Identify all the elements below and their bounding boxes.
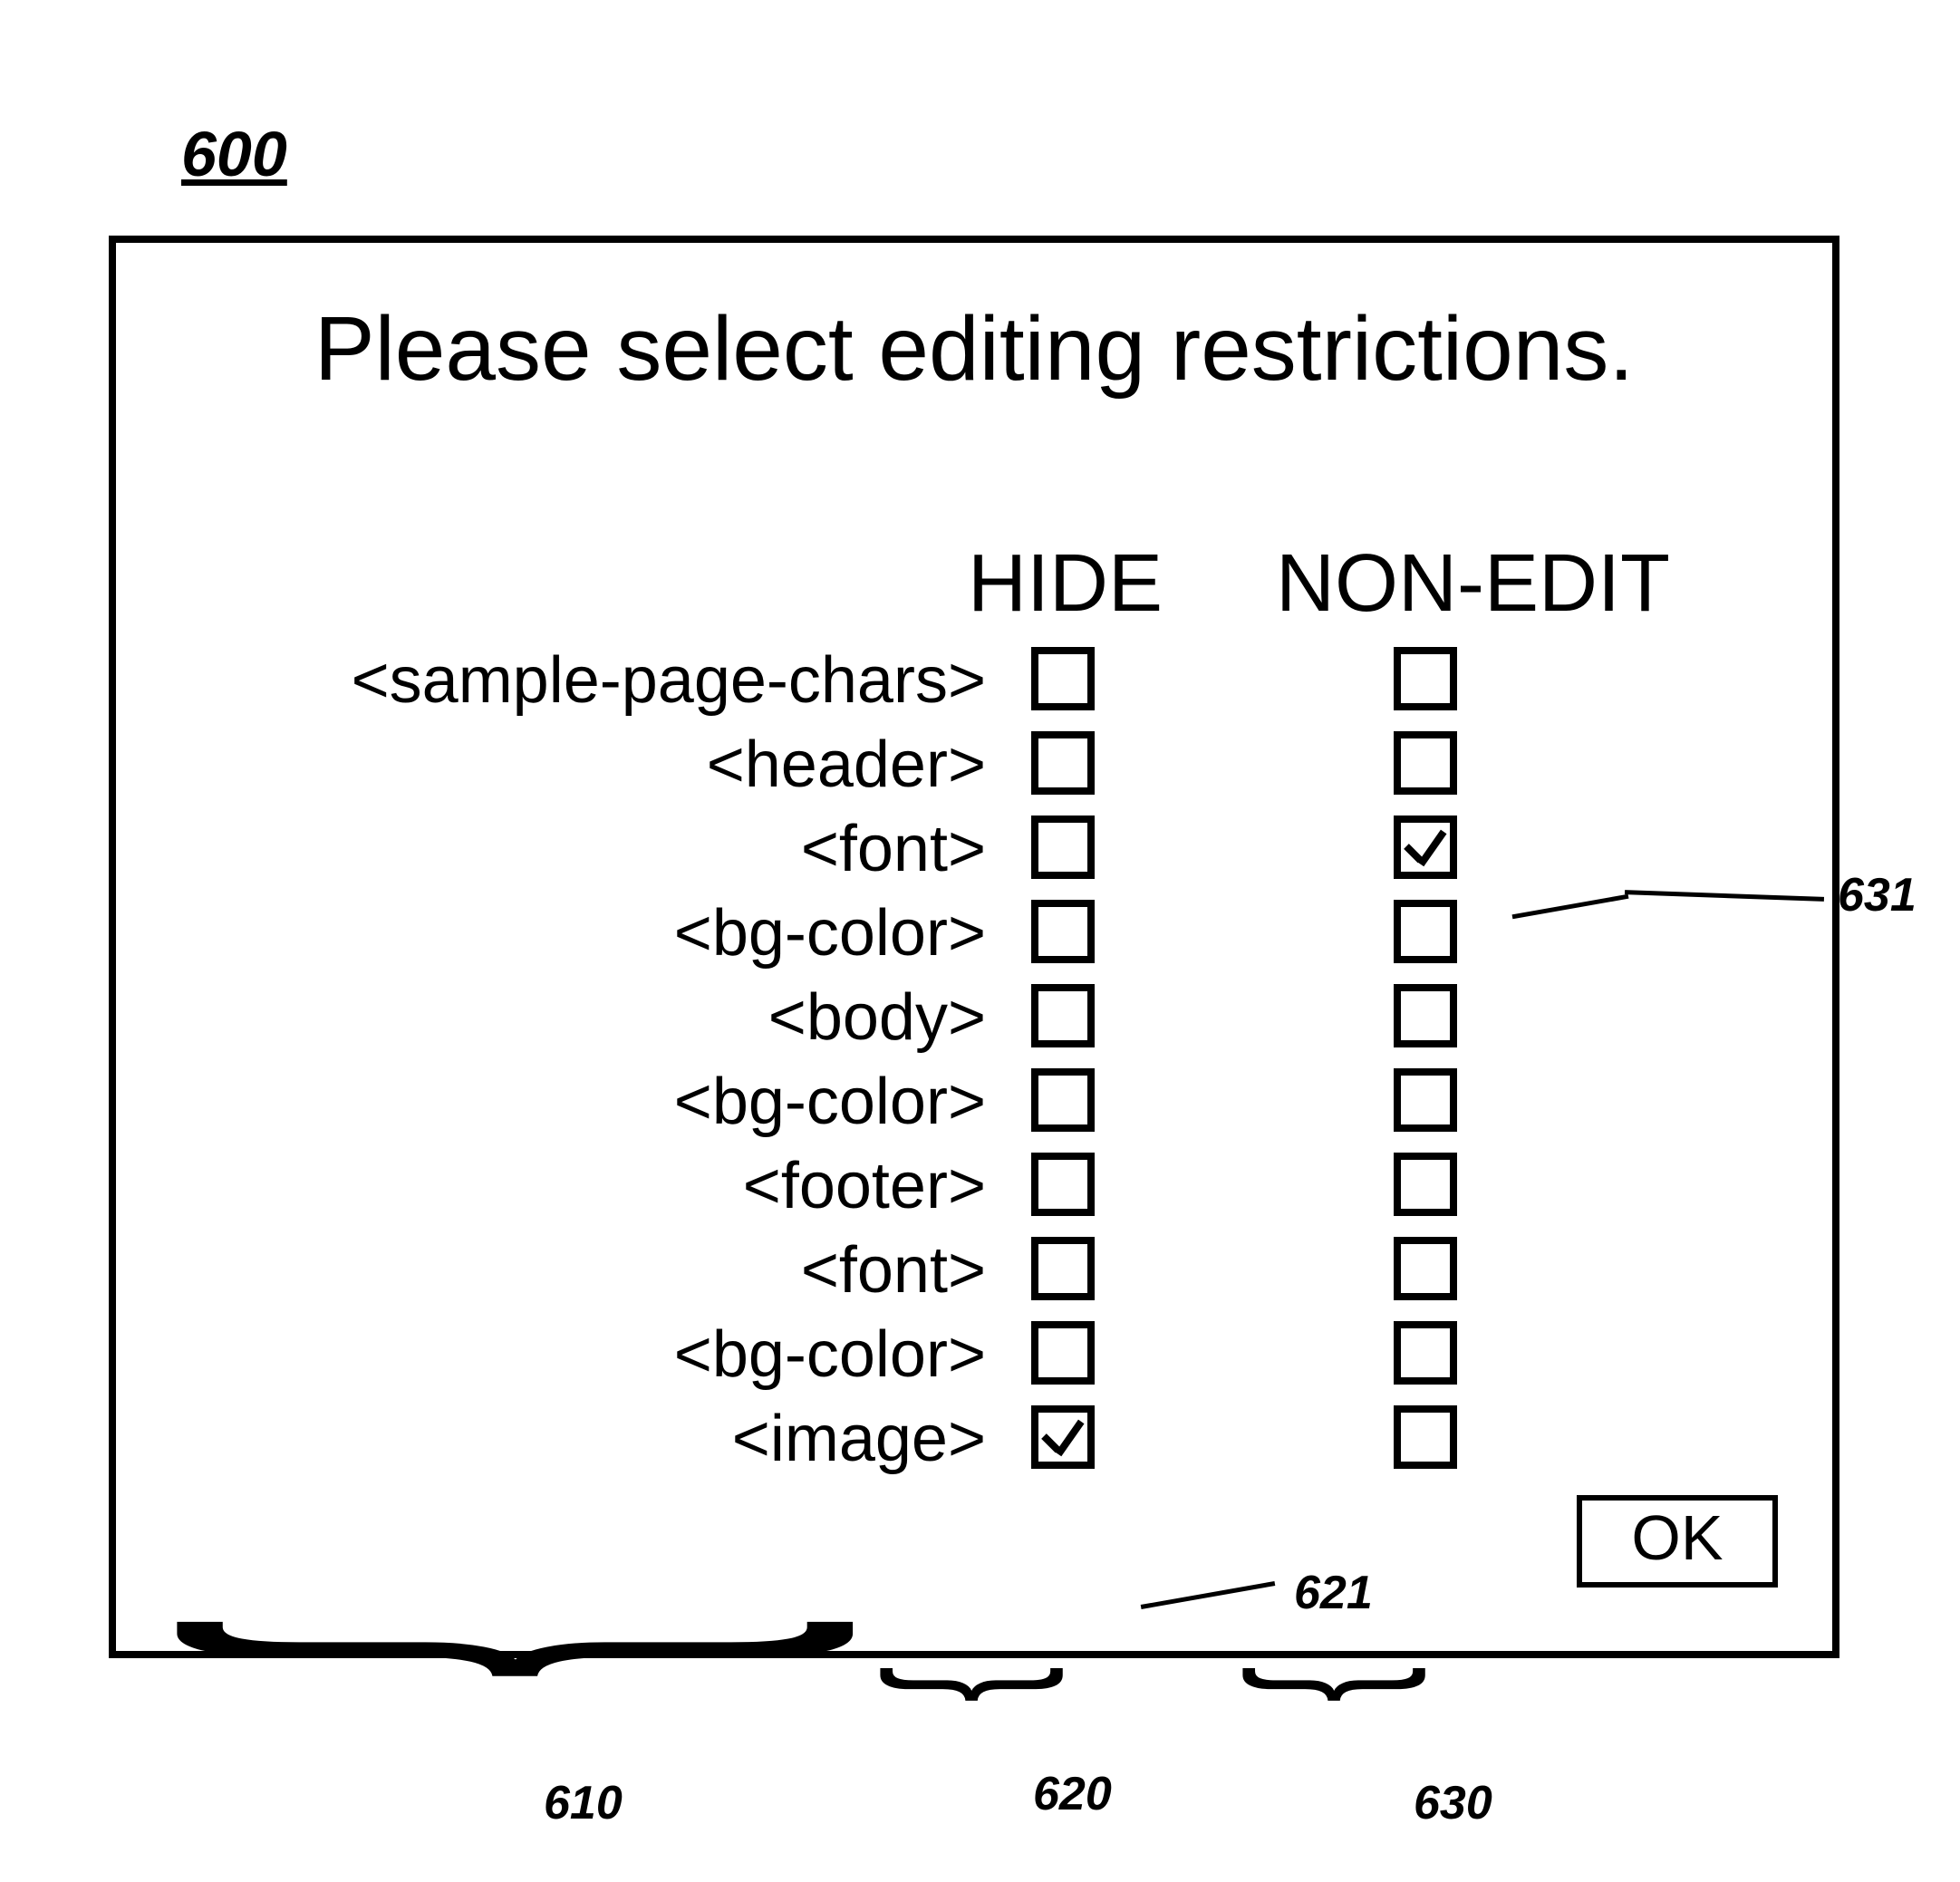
element-label: <header> (297, 728, 986, 802)
hide-checkbox[interactable] (1031, 647, 1095, 710)
leader-line (1141, 1581, 1276, 1609)
brace-icon: } (211, 1619, 936, 1680)
table-row: <footer> (297, 1147, 1656, 1231)
table-row: <bg-color> (297, 1063, 1656, 1147)
restrictions-dialog: Please select editing restrictions. HIDE… (109, 236, 1839, 1658)
element-label: <bg-color> (297, 1065, 986, 1139)
table-row: <font> (297, 1231, 1656, 1316)
callout-nonedit-checked: 631 (1838, 868, 1917, 922)
hide-checkbox[interactable] (1031, 1405, 1095, 1469)
element-label: <font> (297, 812, 986, 886)
element-label: <body> (297, 980, 986, 1055)
callout-nonedit-column: 630 (1414, 1776, 1492, 1830)
element-label: <bg-color> (297, 896, 986, 970)
dialog-title: Please select editing restrictions. (116, 297, 1832, 401)
hide-checkbox[interactable] (1031, 731, 1095, 795)
callout-hide-checked: 621 (1294, 1566, 1373, 1620)
element-label: <font> (297, 1233, 986, 1308)
hide-checkbox[interactable] (1031, 1153, 1095, 1216)
figure-number: 600 (181, 118, 287, 190)
nonedit-checkbox[interactable] (1394, 647, 1457, 710)
nonedit-checkbox[interactable] (1394, 731, 1457, 795)
nonedit-checkbox[interactable] (1394, 900, 1457, 963)
callout-tree: 610 (544, 1776, 623, 1830)
hide-checkbox[interactable] (1031, 984, 1095, 1047)
hide-checkbox[interactable] (1031, 1237, 1095, 1300)
element-label: <footer> (297, 1149, 986, 1223)
hide-checkbox[interactable] (1031, 1321, 1095, 1385)
element-label: <bg-color> (297, 1317, 986, 1392)
table-row: <header> (297, 726, 1656, 810)
nonedit-checkbox[interactable] (1394, 1153, 1457, 1216)
ok-button[interactable]: OK (1577, 1495, 1778, 1588)
table-row: <image> (297, 1400, 1656, 1484)
column-header-nonedit: NON-EDIT (1276, 537, 1670, 631)
table-row: <bg-color> (297, 894, 1656, 979)
hide-checkbox[interactable] (1031, 816, 1095, 879)
restrictions-table: <sample-page-chars> <header> <font> <bg-col… (297, 642, 1656, 1484)
brace-icon: } (1238, 1666, 1463, 1703)
callout-hide-column: 620 (1033, 1767, 1112, 1821)
nonedit-checkbox[interactable] (1394, 1405, 1457, 1469)
nonedit-checkbox[interactable] (1394, 1321, 1457, 1385)
nonedit-checkbox[interactable] (1394, 816, 1457, 879)
nonedit-checkbox[interactable] (1394, 984, 1457, 1047)
hide-checkbox[interactable] (1031, 1068, 1095, 1132)
element-label: <image> (297, 1402, 986, 1476)
table-row: <font> (297, 810, 1656, 894)
column-header-hide: HIDE (968, 537, 1163, 631)
hide-checkbox[interactable] (1031, 900, 1095, 963)
nonedit-checkbox[interactable] (1394, 1237, 1457, 1300)
table-row: <body> (297, 979, 1656, 1063)
nonedit-checkbox[interactable] (1394, 1068, 1457, 1132)
brace-icon: } (875, 1666, 1100, 1703)
figure-canvas: 600 Please select editing restrictions. … (0, 0, 1960, 1882)
table-row: <bg-color> (297, 1316, 1656, 1400)
element-label: <sample-page-chars> (297, 643, 986, 718)
table-row: <sample-page-chars> (297, 642, 1656, 726)
